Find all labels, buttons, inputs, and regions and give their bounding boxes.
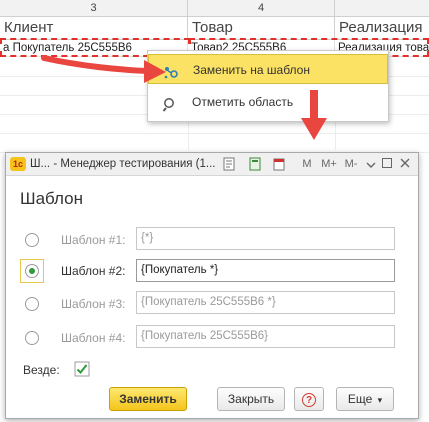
memory-m-plus-button[interactable]: M+ <box>320 157 338 171</box>
template-3-field[interactable]: {Покупатель 25С555В6 *} <box>136 291 395 314</box>
calculator-icon[interactable] <box>248 157 262 171</box>
pointer-arrow-icon <box>41 55 166 83</box>
header-row: Клиент Товар Реализация <box>0 17 429 40</box>
everywhere-label: Везде: <box>23 363 60 377</box>
replace-button[interactable]: Заменить <box>109 387 187 411</box>
template-2-field[interactable]: {Покупатель *} <box>136 259 395 282</box>
app-logo: 1c <box>10 157 26 171</box>
menu-item-label: Заменить на шаблон <box>193 63 310 77</box>
menu-item-label: Отметить область <box>192 95 294 109</box>
menu-item-mark-area[interactable]: Отметить область <box>148 87 388 117</box>
template-2-radio[interactable] <box>25 264 39 278</box>
header-product[interactable]: Товар <box>188 17 335 39</box>
empty-row <box>0 133 429 153</box>
help-button[interactable]: ? <box>294 387 324 411</box>
magnifier-icon <box>162 94 178 112</box>
dialog-heading: Шаблон <box>20 189 83 208</box>
template-1-radio[interactable] <box>25 233 39 247</box>
template-4-label: Шаблон #4: <box>61 331 126 345</box>
column-number-row: 3 4 <box>0 0 429 17</box>
column-number-4: 4 <box>188 0 335 16</box>
template-1-field[interactable]: {*} <box>136 227 395 250</box>
dialog-title: Ш... - Менеджер тестирования (1... <box>30 158 216 170</box>
help-icon: ? <box>302 393 316 407</box>
document-icon[interactable] <box>222 157 236 171</box>
close-icon[interactable] <box>398 157 412 171</box>
template-4-radio[interactable] <box>25 331 39 345</box>
template-4-field[interactable]: {Покупатель 25С555В6} <box>136 325 395 348</box>
dialog-titlebar[interactable]: 1c Ш... - Менеджер тестирования (1... M … <box>6 153 418 176</box>
calendar-icon[interactable] <box>272 157 286 171</box>
menu-icon[interactable] <box>364 157 378 171</box>
memory-m-minus-button[interactable]: M- <box>342 157 360 171</box>
context-menu: Заменить на шаблон Отметить область <box>147 50 389 122</box>
down-arrow-icon <box>301 90 327 140</box>
menu-item-replace-template[interactable]: Заменить на шаблон <box>148 54 388 84</box>
restore-icon[interactable] <box>380 157 394 171</box>
close-button[interactable]: Закрыть <box>217 387 285 411</box>
template-3-radio[interactable] <box>25 297 39 311</box>
template-1-label: Шаблон #1: <box>61 233 126 247</box>
header-sale[interactable]: Реализация <box>335 17 429 39</box>
template-dialog: 1c Ш... - Менеджер тестирования (1... M … <box>5 152 419 419</box>
template-2-label: Шаблон #2: <box>61 264 126 278</box>
chevron-down-icon: ▾ <box>377 395 383 405</box>
template-3-label: Шаблон #3: <box>61 297 126 311</box>
everywhere-checkbox[interactable] <box>74 361 90 377</box>
memory-m-button[interactable]: M <box>300 157 314 171</box>
header-client[interactable]: Клиент <box>0 17 188 39</box>
more-button[interactable]: Еще ▾ <box>336 387 394 411</box>
column-number-3: 3 <box>0 0 188 16</box>
more-label: Еще <box>347 392 373 406</box>
